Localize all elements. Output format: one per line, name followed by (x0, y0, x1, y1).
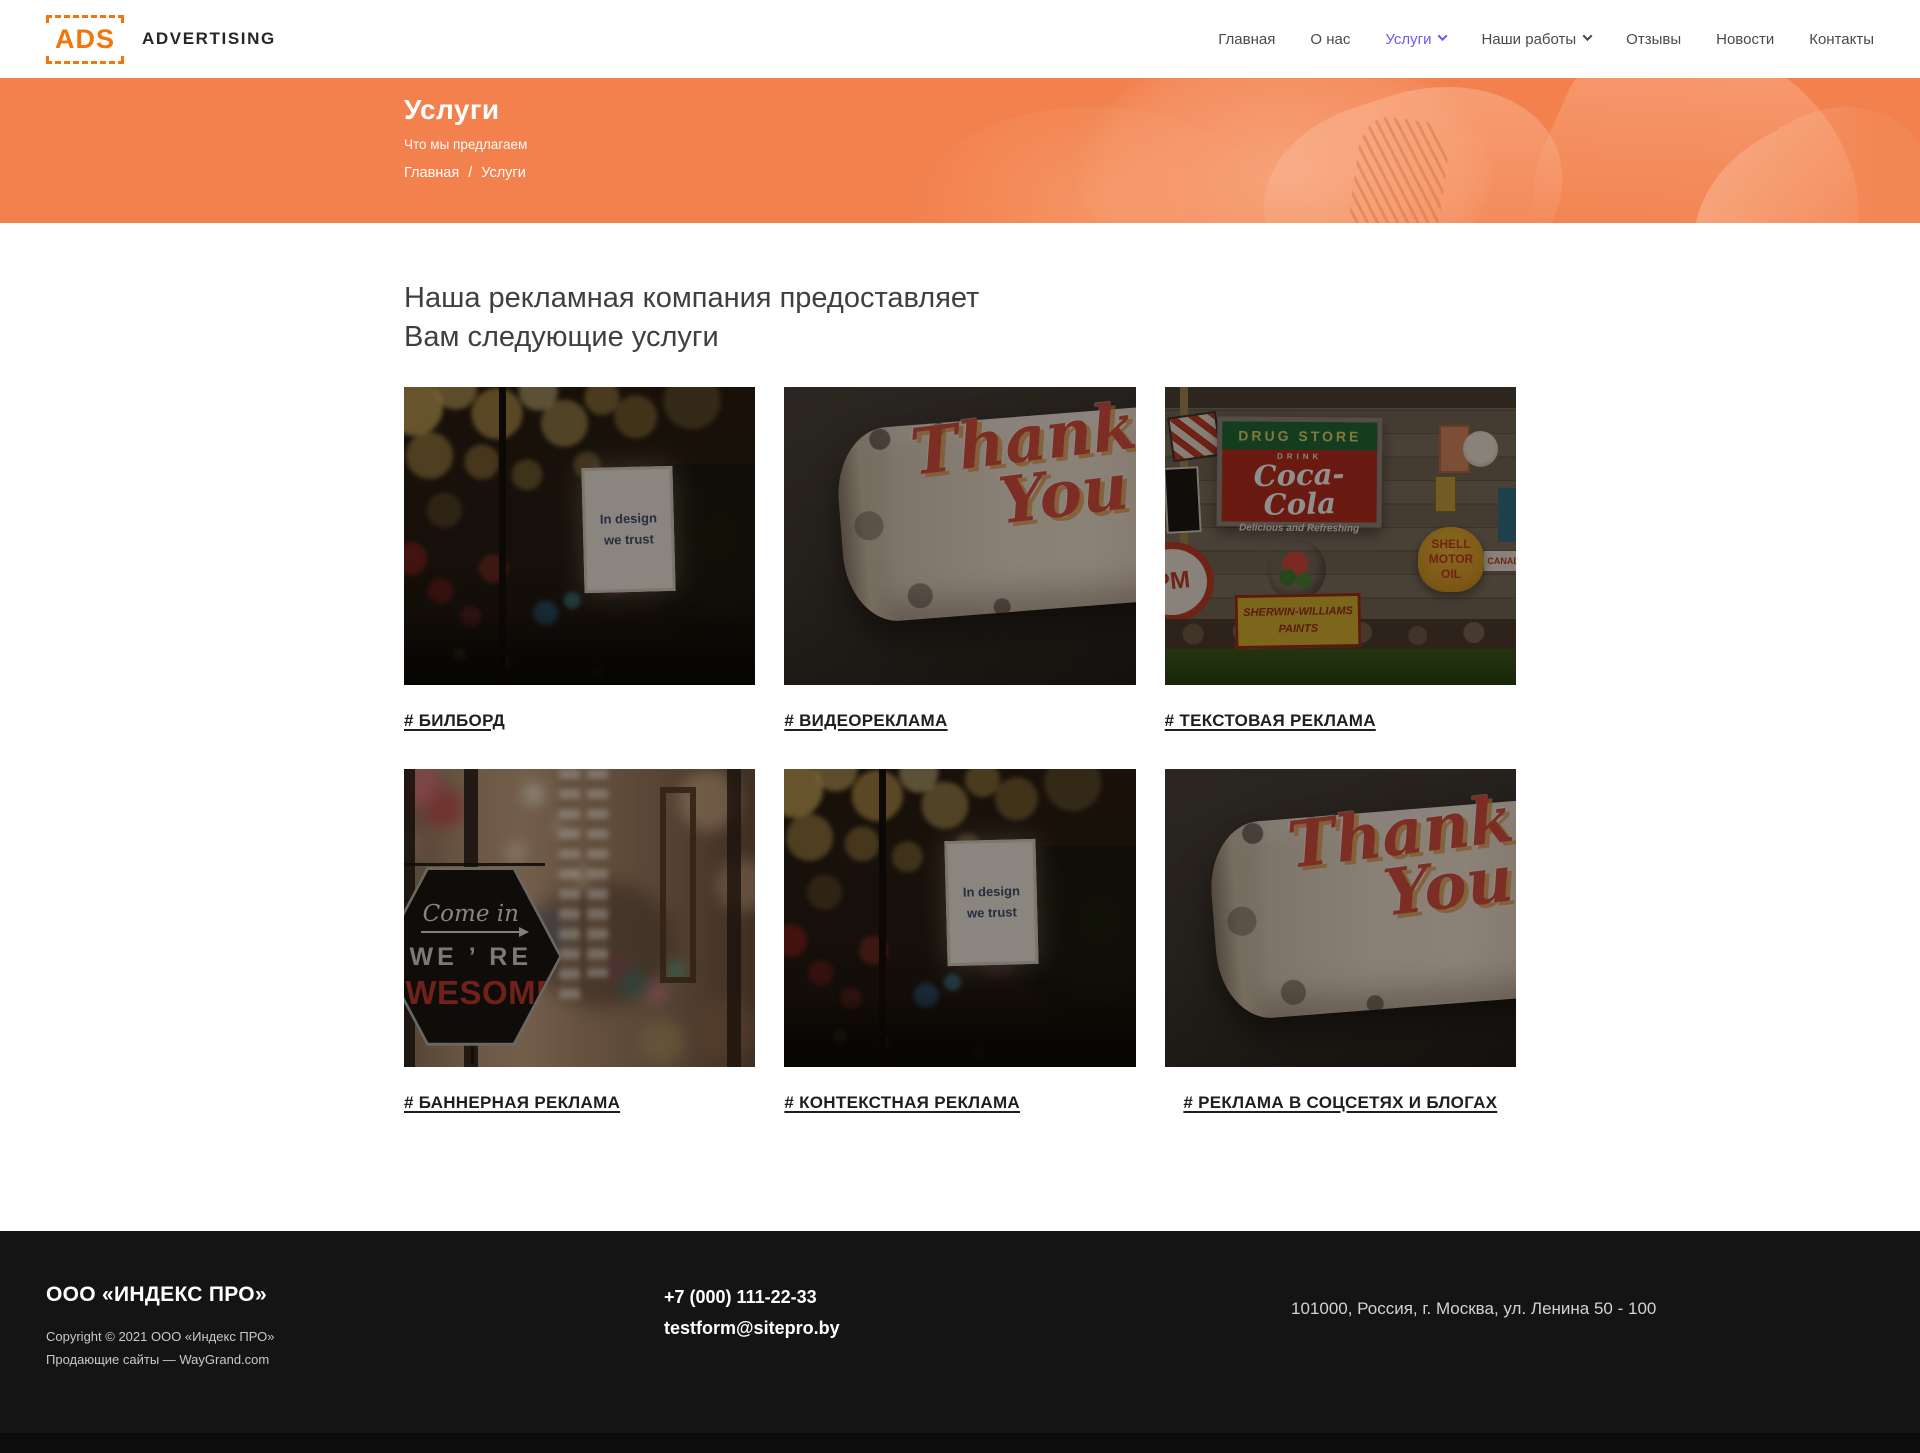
hero-banner: Услуги Что мы предлагаем Главная / Услуг… (0, 78, 1920, 223)
service-link-contextual-ads[interactable]: # КОНТЕКСТНАЯ РЕКЛАМА (784, 1092, 1020, 1115)
image-dark-overlay (784, 769, 1135, 1067)
service-link-social-ads[interactable]: # РЕКЛАМА В СОЦСЕТЯХ И БЛОГАХ (1183, 1092, 1497, 1115)
service-card-contextual-ads: In design we trust # КОНТЕКСТНАЯ РЕКЛАМА (784, 769, 1135, 1115)
image-dark-overlay (1165, 387, 1516, 685)
service-link-billboard[interactable]: # БИЛБОРД (404, 710, 505, 733)
service-image-social-ads[interactable]: Thank You (1165, 769, 1516, 1067)
nav-item-reviews[interactable]: Отзывы (1626, 31, 1681, 48)
page-subtitle: Что мы предлагаем (404, 137, 1516, 152)
service-card-billboard: In design we trust # БИЛБОРД (404, 387, 755, 733)
service-link-text-ads[interactable]: # ТЕКСТОВАЯ РЕКЛАМА (1165, 710, 1376, 733)
breadcrumb-current: Услуги (481, 165, 526, 181)
nav-item-our-works[interactable]: Наши работы (1481, 31, 1591, 48)
service-card-text-ads: DRUG STORE DRINK Coca-Cola Delicious and… (1165, 387, 1516, 733)
logo[interactable]: ADS ADVERTISING (46, 15, 276, 64)
footer-contact-block: +7 (000) 111-22-33 testform@sitepro.by (664, 1283, 1291, 1372)
service-card-banner-ads: Come in WE ’ RE AWESOME # БАННЕРНАЯ РЕКЛ… (404, 769, 755, 1115)
service-image-banner-ads[interactable]: Come in WE ’ RE AWESOME (404, 769, 755, 1067)
service-card-video: Thank You # ВИДЕОРЕКЛАМА (784, 387, 1135, 733)
image-dark-overlay (404, 769, 755, 1067)
nav-item-news[interactable]: Новости (1716, 31, 1774, 48)
section-heading-line1: Наша рекламная компания предоставляет (404, 282, 979, 314)
chevron-down-icon (1583, 31, 1593, 41)
section-heading-line2: Вам следующие услуги (404, 321, 719, 353)
nav-item-about[interactable]: О нас (1310, 31, 1350, 48)
service-image-contextual-ads[interactable]: In design we trust (784, 769, 1135, 1067)
logo-dashed-border-bottom (46, 56, 124, 64)
footer-bottom-strip (0, 1433, 1920, 1453)
main-content: Наша рекламная компания предоставляет Ва… (0, 223, 1920, 1231)
logo-badge-icon: ADS (46, 15, 124, 64)
logo-dashed-border-top (46, 15, 124, 23)
image-dark-overlay (1165, 769, 1516, 1067)
footer-company-block: ООО «ИНДЕКС ПРО» Copyright © 2021 ООО «И… (46, 1283, 664, 1372)
footer: ООО «ИНДЕКС ПРО» Copyright © 2021 ООО «И… (0, 1231, 1920, 1453)
footer-credit-line: Продающие сайты — WayGrand.com (46, 1348, 664, 1371)
chevron-down-icon (1438, 31, 1448, 41)
breadcrumb: Главная / Услуги (404, 165, 1516, 181)
section-heading: Наша рекламная компания предоставляет Ва… (404, 279, 1516, 357)
service-card-social-ads: Thank You # РЕКЛАМА В СОЦСЕТЯХ И БЛОГАХ (1165, 769, 1516, 1115)
footer-copyright: Copyright © 2021 ООО «Индекс ПРО» Продаю… (46, 1325, 664, 1372)
logo-text: ADS (55, 26, 115, 53)
footer-address: 101000, Россия, г. Москва, ул. Ленина 50… (1291, 1299, 1874, 1319)
nav-item-home[interactable]: Главная (1218, 31, 1275, 48)
nav-item-label: Главная (1218, 31, 1275, 48)
image-dark-overlay (404, 387, 755, 685)
nav-item-label: Услуги (1385, 31, 1431, 48)
main-nav: Главная О нас Услуги Наши работы Отзывы … (1218, 31, 1874, 48)
nav-item-label: Контакты (1809, 31, 1874, 48)
service-image-video[interactable]: Thank You (784, 387, 1135, 685)
services-grid: In design we trust # БИЛБОРД Th (404, 387, 1516, 1115)
service-image-billboard[interactable]: In design we trust (404, 387, 755, 685)
nav-item-label: Новости (1716, 31, 1774, 48)
page-title: Услуги (404, 94, 1516, 126)
page: ADS ADVERTISING Главная О нас Услуги Наш… (0, 0, 1920, 1453)
footer-copyright-line: Copyright © 2021 ООО «Индекс ПРО» (46, 1325, 664, 1348)
service-link-video[interactable]: # ВИДЕОРЕКЛАМА (784, 710, 947, 733)
nav-item-label: О нас (1310, 31, 1350, 48)
footer-company-name: ООО «ИНДЕКС ПРО» (46, 1283, 664, 1307)
breadcrumb-home-link[interactable]: Главная (404, 165, 459, 181)
footer-email[interactable]: testform@sitepro.by (664, 1318, 1291, 1339)
nav-item-label: Отзывы (1626, 31, 1681, 48)
service-image-text-ads[interactable]: DRUG STORE DRINK Coca-Cola Delicious and… (1165, 387, 1516, 685)
service-link-banner-ads[interactable]: # БАННЕРНАЯ РЕКЛАМА (404, 1092, 620, 1115)
breadcrumb-separator: / (468, 165, 472, 181)
header: ADS ADVERTISING Главная О нас Услуги Наш… (0, 0, 1920, 78)
footer-phone[interactable]: +7 (000) 111-22-33 (664, 1287, 1291, 1308)
nav-item-label: Наши работы (1481, 31, 1576, 48)
nav-item-contacts[interactable]: Контакты (1809, 31, 1874, 48)
footer-address-block: 101000, Россия, г. Москва, ул. Ленина 50… (1291, 1283, 1874, 1372)
image-dark-overlay (784, 387, 1135, 685)
brand-name: ADVERTISING (142, 29, 276, 49)
nav-item-services[interactable]: Услуги (1385, 31, 1446, 48)
